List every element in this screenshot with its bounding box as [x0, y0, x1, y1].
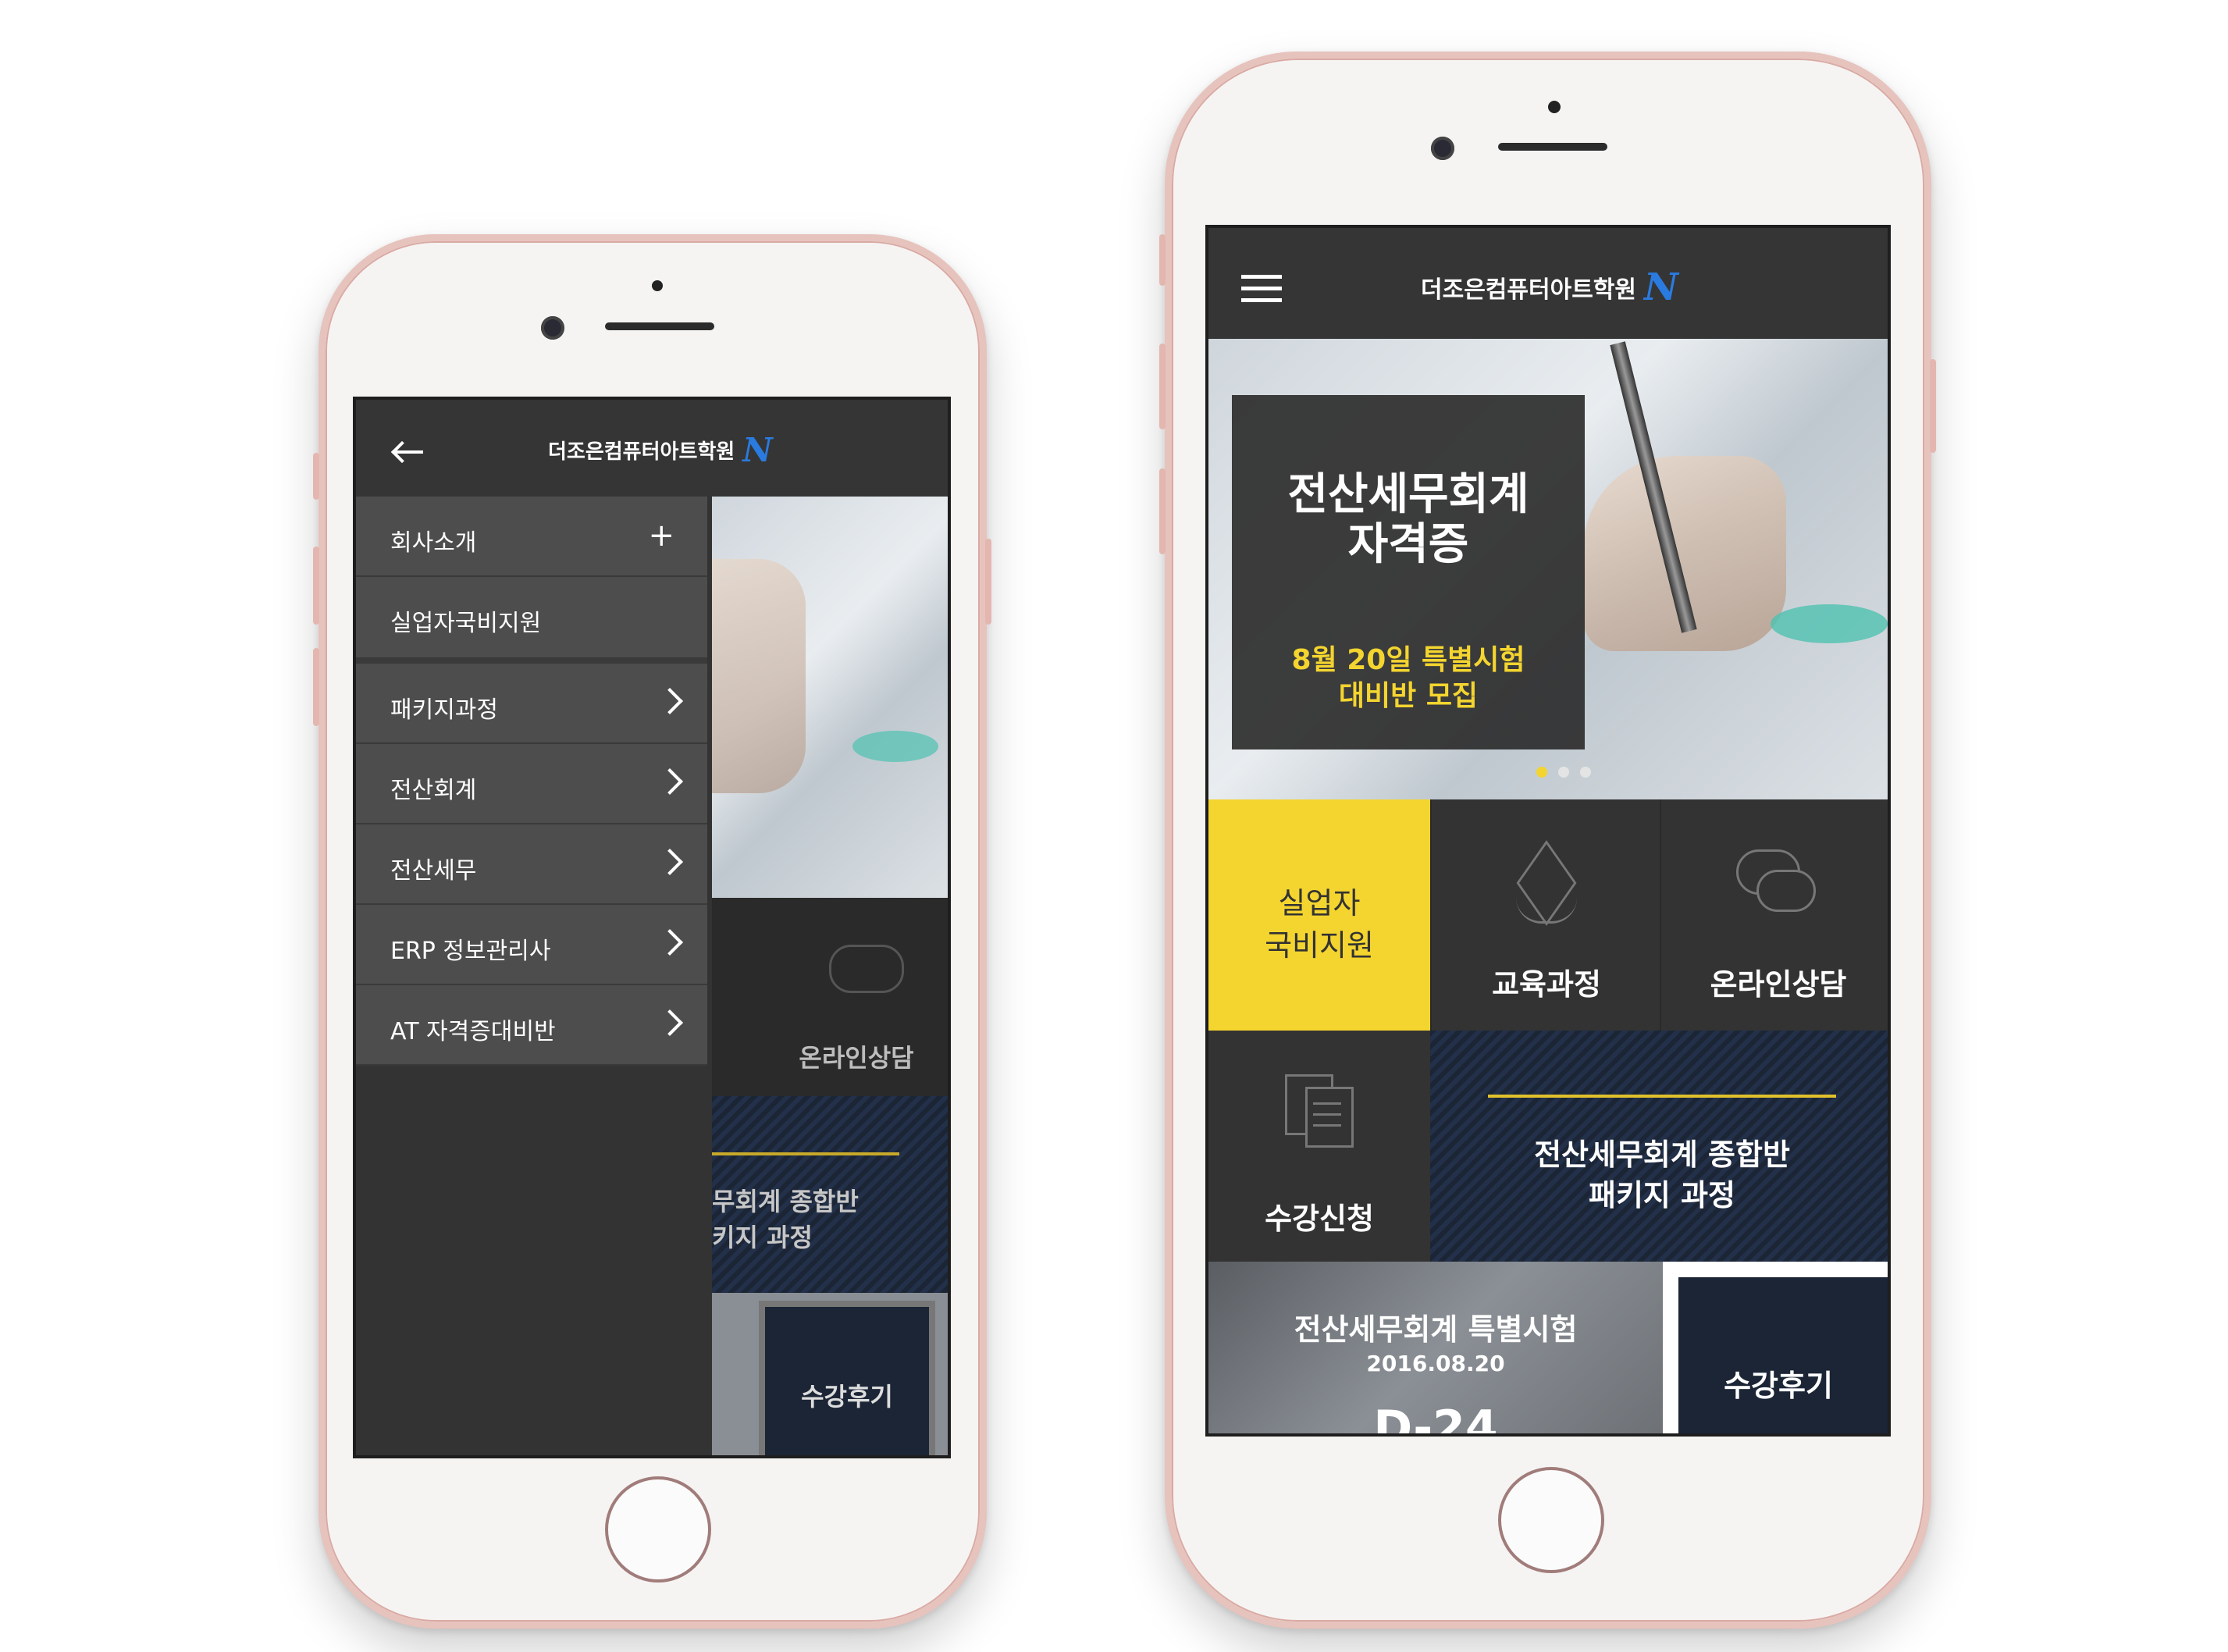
- background-consult-tile[interactable]: 온라인상담: [712, 898, 948, 1096]
- chevron-right-icon: [657, 768, 683, 795]
- layers-icon: [1511, 840, 1582, 927]
- background-exam-tile: 수강후기: [712, 1293, 948, 1455]
- logo-mark-icon: N: [1644, 265, 1678, 309]
- menu-item-label: 실업자국비지원: [390, 610, 542, 637]
- arrow-left-icon[interactable]: [390, 440, 425, 464]
- menu-item-label: AT 자격증대비반: [390, 1018, 556, 1045]
- left-phone-power: [985, 539, 991, 625]
- background-pen-hand: [712, 559, 806, 793]
- right-phone-volume-down: [1159, 468, 1166, 554]
- background-chart-graphic: [852, 731, 938, 762]
- background-package-line2: 키지 과정: [712, 1223, 813, 1252]
- tile-consult[interactable]: 온라인상담: [1660, 799, 1888, 1031]
- menu-item-erp[interactable]: ERP 정보관리사: [356, 905, 707, 985]
- tile-consult-label: 온라인상담: [1710, 967, 1847, 1002]
- menu-item-label: 회사소개: [390, 529, 477, 557]
- banner-sub-line1: 8월 20일 특별시험: [1291, 644, 1525, 676]
- review-label: 수강후기: [1724, 1369, 1833, 1403]
- chat-bubble-icon: [1736, 849, 1816, 920]
- chevron-right-icon: [657, 849, 683, 875]
- right-header-logo[interactable]: 더조은컴퓨터아트학원 N: [1421, 265, 1678, 309]
- tile-unemployed-line2: 국비지원: [1265, 928, 1374, 963]
- menu-item-company[interactable]: 회사소개 +: [356, 497, 707, 577]
- tile-course[interactable]: 교육과정: [1430, 799, 1661, 1031]
- tile-unemployed-line1: 실업자: [1278, 886, 1361, 920]
- side-menu-panel: 회사소개 + 실업자국비지원 패키지과정 전산회계 전산세무 ERP 정보관리사…: [356, 497, 712, 1455]
- hamburger-icon[interactable]: [1241, 275, 1282, 303]
- background-review-label: 수강후기: [801, 1382, 893, 1412]
- chevron-right-icon: [657, 688, 683, 714]
- right-phone-mute-switch: [1159, 234, 1166, 286]
- review-tile[interactable]: 수강후기: [1678, 1277, 1888, 1433]
- exam-dday: D-24: [1373, 1401, 1498, 1437]
- background-package-underline: [712, 1152, 899, 1155]
- menu-item-label: ERP 정보관리사: [390, 938, 551, 965]
- document-icon: [1285, 1074, 1355, 1148]
- review-tile-frame: 수강후기: [1663, 1262, 1888, 1433]
- chevron-right-icon: [657, 929, 683, 956]
- slide-indicator-2[interactable]: [1558, 767, 1569, 778]
- slide-indicator-3[interactable]: [1580, 767, 1591, 778]
- menu-item-accounting[interactable]: 전산회계: [356, 744, 707, 824]
- menu-item-package[interactable]: 패키지과정: [356, 664, 707, 744]
- menu-item-label: 전산세무: [390, 857, 477, 885]
- tile-apply[interactable]: 수강신청: [1208, 1031, 1430, 1262]
- slide-indicator-1[interactable]: [1536, 767, 1547, 778]
- menu-item-unemployed[interactable]: 실업자국비지원: [356, 577, 707, 664]
- menu-item-label: 전산회계: [390, 777, 477, 804]
- exam-title: 전산세무회계 특별시험: [1294, 1312, 1578, 1347]
- right-phone-screen: 더조은컴퓨터아트학원 N 전산세무회계 자격증 8월 20일 특별시험 대비반 …: [1205, 225, 1891, 1437]
- background-package-line1: 무회계 종합반: [712, 1187, 859, 1216]
- logo-text: 더조은컴퓨터아트학원: [1421, 276, 1636, 304]
- menu-item-at[interactable]: AT 자격증대비반: [356, 985, 707, 1066]
- banner-chart-graphic: [1771, 604, 1888, 643]
- tile-apply-label: 수강신청: [1265, 1202, 1374, 1236]
- banner-title-line2: 자격증: [1347, 519, 1469, 570]
- left-phone-mute-switch: [313, 453, 319, 500]
- banner-text-box: 전산세무회계 자격증 8월 20일 특별시험 대비반 모집: [1232, 395, 1585, 749]
- package-underline: [1488, 1095, 1836, 1098]
- chevron-right-icon: [657, 1009, 683, 1036]
- home-button[interactable]: [605, 1476, 711, 1583]
- front-camera-icon: [1431, 137, 1454, 160]
- background-review-tile[interactable]: 수강후기: [759, 1301, 935, 1455]
- banner-sub-line2: 대비반 모집: [1338, 680, 1479, 712]
- background-package-tile[interactable]: 무회계 종합반 키지 과정: [712, 1096, 948, 1293]
- tile-unemployed[interactable]: 실업자 국비지원: [1208, 799, 1430, 1031]
- menu-item-tax[interactable]: 전산세무: [356, 824, 707, 905]
- right-phone-power: [1930, 359, 1936, 453]
- front-sensor: [652, 280, 663, 291]
- logo-mark-icon: N: [742, 431, 773, 469]
- exam-date: 2016.08.20: [1366, 1351, 1505, 1376]
- background-chat-icon: [829, 945, 904, 993]
- front-camera-icon: [541, 316, 564, 340]
- home-button[interactable]: [1498, 1467, 1604, 1573]
- exam-tile[interactable]: 전산세무회계 특별시험 2016.08.20 D-24: [1208, 1262, 1663, 1437]
- plus-icon[interactable]: +: [648, 520, 674, 551]
- background-consult-label: 온라인상담: [799, 1043, 914, 1073]
- left-phone-volume-up: [313, 547, 319, 625]
- front-sensor: [1548, 101, 1561, 113]
- left-phone-volume-down: [313, 648, 319, 726]
- earpiece-speaker: [1498, 143, 1607, 151]
- tile-package-line1: 전산세무회계 종합반: [1534, 1138, 1790, 1172]
- right-phone-volume-up: [1159, 344, 1166, 429]
- left-app-header: 더조은컴퓨터아트학원 N: [356, 400, 948, 497]
- menu-item-label: 패키지과정: [390, 696, 498, 724]
- tile-course-label: 교육과정: [1492, 967, 1601, 1002]
- logo-text: 더조은컴퓨터아트학원: [548, 440, 735, 464]
- earpiece-speaker: [605, 322, 714, 330]
- background-banner-image: [712, 497, 948, 898]
- left-header-logo[interactable]: 더조은컴퓨터아트학원 N: [548, 431, 773, 469]
- tile-package-line2: 패키지 과정: [1588, 1178, 1736, 1212]
- hero-banner[interactable]: 전산세무회계 자격증 8월 20일 특별시험 대비반 모집: [1208, 339, 1888, 799]
- right-app-header: 더조은컴퓨터아트학원 N: [1208, 228, 1888, 339]
- tile-package[interactable]: 전산세무회계 종합반 패키지 과정: [1430, 1031, 1888, 1262]
- left-phone-screen: 온라인상담 무회계 종합반 키지 과정 수강후기 더조은컴퓨터아트학원 N 회사…: [353, 397, 951, 1458]
